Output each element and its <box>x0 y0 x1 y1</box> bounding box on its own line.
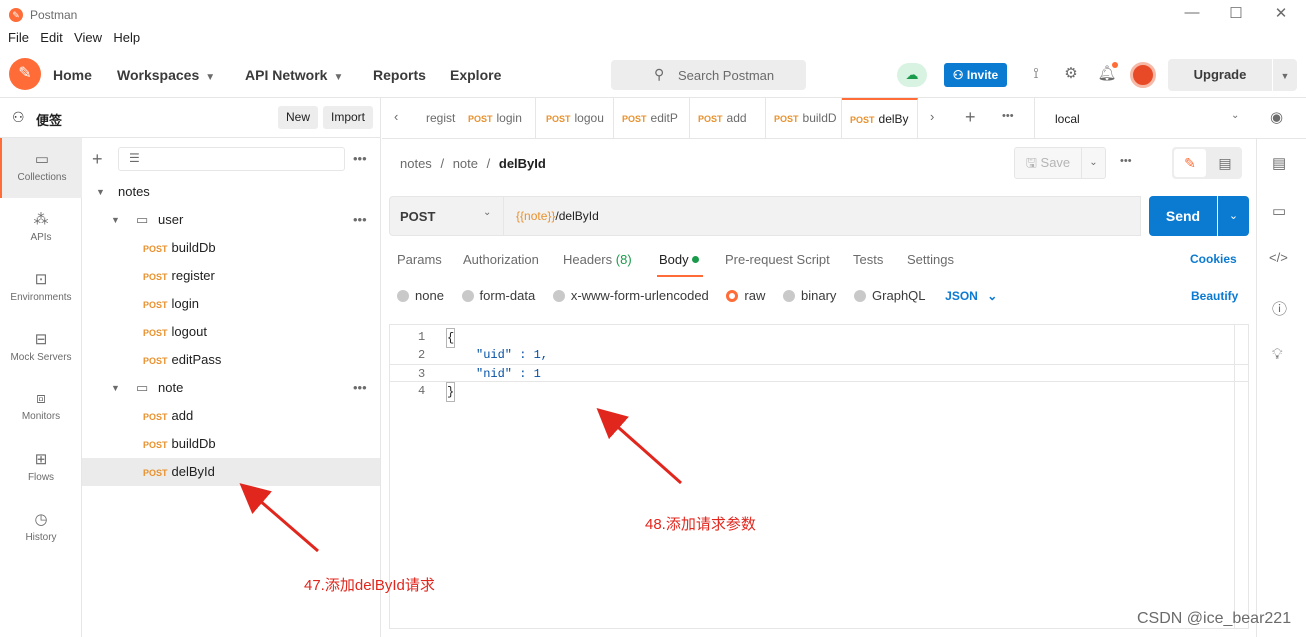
annotation-text-47: 47.添加delById请求 <box>304 577 435 594</box>
annotation-arrows <box>239 408 682 553</box>
watermark: CSDN @ice_bear221 <box>1137 610 1292 627</box>
annotation-arrow-47 <box>239 483 319 553</box>
annotation-text-48: 48.添加请求参数 <box>645 516 756 533</box>
annotation-arrow-48 <box>596 408 682 485</box>
